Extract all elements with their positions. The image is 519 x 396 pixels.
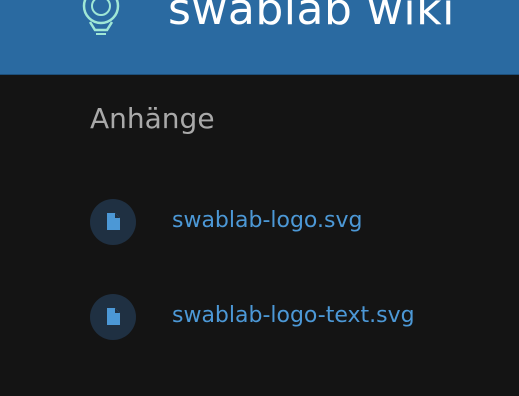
main-content <box>0 75 519 396</box>
site-title[interactable]: swablab wiki <box>168 0 455 38</box>
attachments-heading: Anhänge <box>90 102 215 135</box>
attachment-filename: swablab-logo-text.svg <box>172 303 415 328</box>
file-icon <box>90 294 136 340</box>
site-header: swablab wiki <box>0 0 519 75</box>
attachment-filename: swablab-logo.svg <box>172 208 363 233</box>
file-icon <box>90 199 136 245</box>
swablab-logo-icon[interactable] <box>78 0 124 40</box>
